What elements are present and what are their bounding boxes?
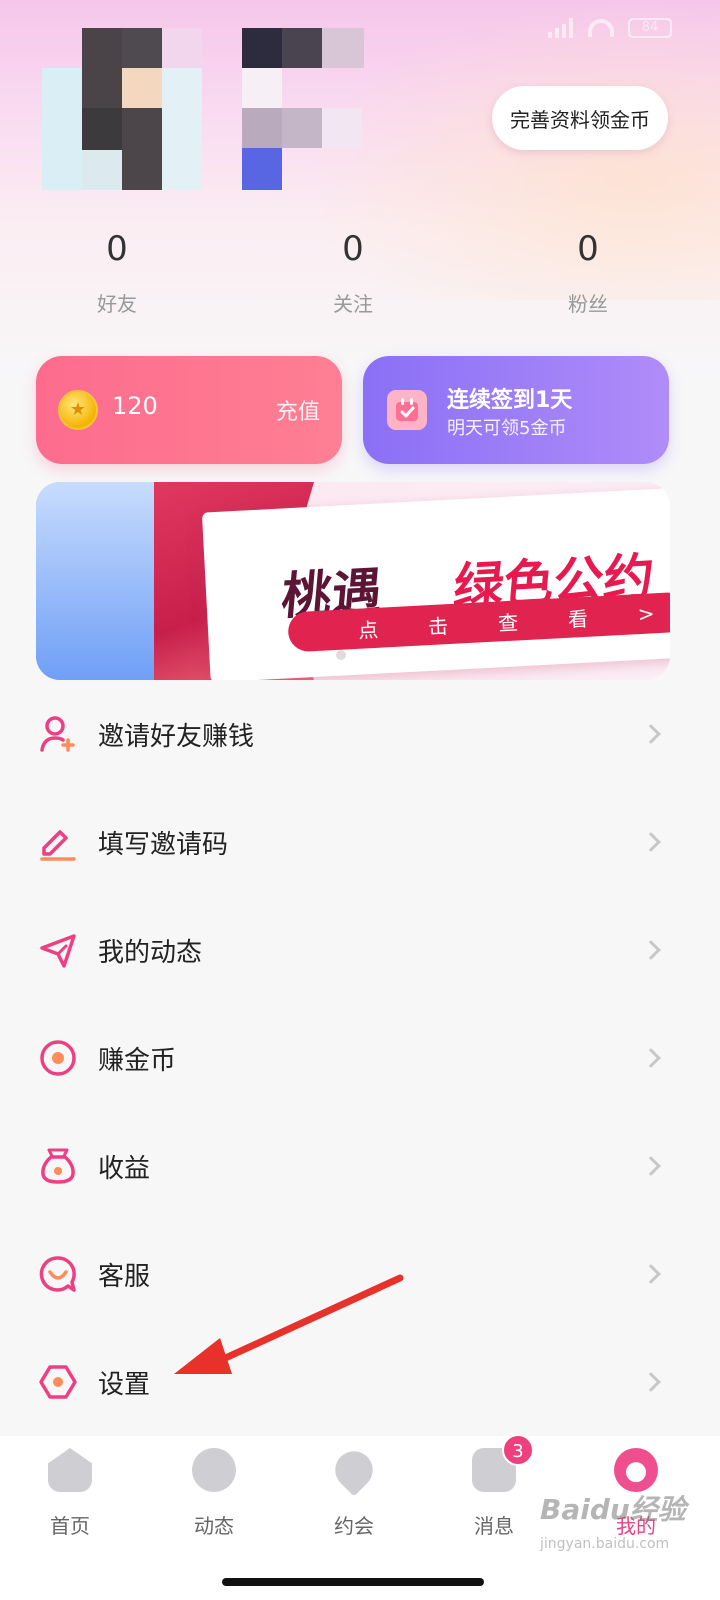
watermark-url: jingyan.baidu.com	[540, 1536, 670, 1552]
message-icon: 3	[472, 1434, 534, 1492]
menu-item-my-posts[interactable]: 我的动态	[0, 896, 720, 1004]
settings-hex-icon	[36, 1360, 80, 1404]
tab-moments[interactable]: 动态	[144, 1448, 284, 1539]
fans-count: 0	[577, 229, 599, 269]
menu-label-earnings: 收益	[98, 1153, 151, 1184]
chevron-right-icon	[641, 1156, 661, 1176]
money-bag-icon	[36, 1144, 80, 1188]
following-count: 0	[342, 229, 364, 269]
banner-dot-active	[354, 650, 364, 660]
tab-label-dating: 约会	[334, 1514, 374, 1538]
wifi-icon	[588, 19, 614, 37]
customer-service-icon	[36, 1252, 80, 1296]
chevron-right-icon	[641, 832, 661, 852]
chevron-right-icon	[641, 1372, 661, 1392]
following-stat[interactable]: 0 关注	[273, 228, 433, 317]
coin-balance-card[interactable]: ★ 120 充值	[36, 356, 342, 464]
menu-label-customer-service: 客服	[98, 1261, 151, 1292]
sign-in-subtitle: 明天可领5金币	[447, 418, 567, 439]
promo-banner[interactable]: 桃遇 绿色公约 点击查看 >	[36, 482, 670, 680]
coin-target-icon	[36, 1036, 80, 1080]
menu-label-my-posts: 我的动态	[98, 937, 203, 968]
chevron-right-icon	[641, 724, 661, 744]
friends-label: 好友	[97, 292, 137, 316]
home-icon	[48, 1448, 92, 1492]
tab-dating[interactable]: 约会	[284, 1443, 424, 1539]
chevron-right-icon	[641, 1264, 661, 1284]
coin-icon: ★	[58, 390, 98, 430]
banner-decoration	[36, 482, 158, 680]
message-badge: 3	[502, 1434, 534, 1466]
chevron-right-icon	[641, 940, 661, 960]
compass-icon	[192, 1448, 236, 1492]
coin-amount: 120	[112, 392, 158, 420]
menu-item-invite[interactable]: 邀请好友赚钱	[0, 680, 720, 788]
banner-dot	[336, 650, 346, 660]
menu-item-earn-coins[interactable]: 赚金币	[0, 1004, 720, 1112]
pen-icon	[36, 820, 80, 864]
tab-label-home: 首页	[50, 1514, 90, 1538]
chevron-right-icon	[641, 1048, 661, 1068]
sign-in-card[interactable]: 连续签到1天 明天可领5金币	[363, 356, 669, 464]
signal-icon	[548, 18, 574, 38]
send-icon	[36, 928, 80, 972]
annotation-arrow-icon	[174, 1274, 404, 1374]
menu-label-invite-code: 填写邀请码	[98, 829, 229, 860]
friends-count: 0	[106, 229, 128, 269]
recharge-button[interactable]: 充值	[276, 394, 320, 426]
tab-home[interactable]: 首页	[0, 1448, 140, 1539]
menu-item-invite-code[interactable]: 填写邀请码	[0, 788, 720, 896]
battery-icon: 84	[628, 18, 672, 38]
tab-label-moments: 动态	[194, 1514, 234, 1538]
profile-icon	[614, 1448, 658, 1492]
menu-label-earn-coins: 赚金币	[98, 1045, 177, 1076]
complete-profile-button[interactable]: 完善资料领金币	[492, 86, 668, 150]
following-label: 关注	[333, 292, 373, 316]
menu-label-settings: 设置	[98, 1369, 151, 1400]
menu-item-earnings[interactable]: 收益	[0, 1112, 720, 1220]
avatar[interactable]	[42, 28, 364, 190]
banner-cta-arrow: >	[637, 601, 656, 627]
watermark: Baidu经验	[540, 1493, 686, 1526]
fans-stat[interactable]: 0 粉丝	[508, 228, 668, 317]
menu-label-invite: 邀请好友赚钱	[98, 721, 255, 752]
banner-pagination	[336, 650, 364, 660]
fans-label: 粉丝	[568, 292, 608, 316]
invite-user-icon	[36, 712, 80, 756]
sign-in-title: 连续签到1天	[447, 388, 573, 413]
heart-icon	[327, 1443, 381, 1497]
calendar-check-icon	[387, 390, 427, 430]
status-bar: 84	[548, 18, 672, 38]
friends-stat[interactable]: 0 好友	[37, 228, 197, 317]
home-indicator[interactable]	[222, 1578, 484, 1586]
